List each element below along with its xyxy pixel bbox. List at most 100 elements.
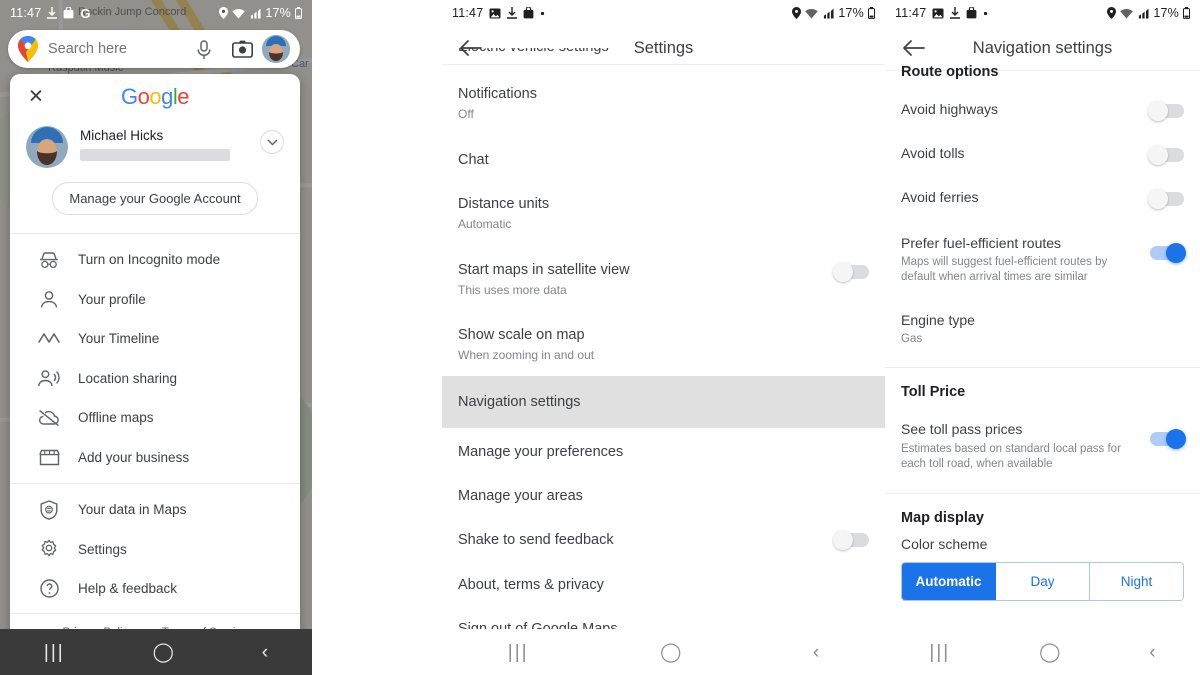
- toggle-avoid-ferries[interactable]: [1148, 189, 1184, 210]
- nav-row-avoid-ferries[interactable]: Avoid ferries: [885, 175, 1200, 219]
- row-title: Manage your preferences: [458, 444, 624, 461]
- status-bar: 11:47 G 17%: [0, 0, 312, 26]
- android-nav-bar: ||| ◯ ‹: [442, 629, 885, 675]
- home-button[interactable]: ◯: [153, 643, 174, 662]
- mic-icon[interactable]: [196, 40, 214, 59]
- row-subtitle: Off: [458, 107, 474, 122]
- toggle-fuel-efficient-routes[interactable]: [1150, 242, 1186, 263]
- menu-item-your-profile[interactable]: Your profile: [10, 280, 300, 320]
- toggle-shake-feedback[interactable]: [833, 530, 869, 551]
- settings-row-cut-off[interactable]: Electric vehicle settings: [442, 48, 885, 64]
- settings-row-about-terms-privacy[interactable]: About, terms & privacy: [442, 563, 885, 607]
- settings-row-show-scale[interactable]: Show scale on map When zooming in and ou…: [442, 313, 885, 376]
- nav-row-toll-pass-prices[interactable]: See toll pass prices Estimates based on …: [885, 404, 1200, 486]
- row-subtitle: Maps will suggest fuel-efficient routes …: [901, 255, 1108, 284]
- person-icon: [38, 288, 60, 310]
- panel-settings: 11:47 17% Settings Notifications Off Cha…: [442, 0, 885, 675]
- nav-row-engine-type[interactable]: Engine type Gas: [885, 299, 1200, 362]
- home-button[interactable]: ◯: [660, 643, 681, 662]
- recents-button[interactable]: |||: [508, 643, 529, 662]
- status-time: 11:47: [10, 6, 42, 20]
- battery-percent: 17%: [838, 6, 864, 20]
- section-heading-map-display: Map display: [901, 509, 984, 526]
- signal-icon: [822, 8, 834, 19]
- menu-item-label: Your profile: [78, 291, 146, 307]
- avatar[interactable]: [262, 35, 290, 63]
- recents-button[interactable]: |||: [929, 643, 950, 662]
- settings-row-shake-feedback[interactable]: Shake to send feedback: [442, 518, 885, 562]
- menu-item-incognito[interactable]: Turn on Incognito mode: [10, 240, 300, 280]
- settings-row-manage-preferences[interactable]: Manage your preferences: [442, 428, 885, 474]
- row-title: Sign out of Google Maps: [458, 620, 618, 629]
- row-title: Avoid highways: [901, 101, 999, 117]
- color-scheme-segmented-control[interactable]: Automatic Day Night: [901, 561, 1184, 601]
- recents-button[interactable]: |||: [44, 643, 65, 662]
- menu-item-offline-maps[interactable]: Offline maps: [10, 398, 300, 438]
- menu-item-label: Help & feedback: [78, 581, 178, 597]
- back-button[interactable]: ‹: [813, 643, 819, 662]
- menu-item-label: Offline maps: [78, 410, 154, 426]
- segment-night[interactable]: Night: [1090, 562, 1183, 600]
- segment-automatic[interactable]: Automatic: [902, 562, 996, 600]
- menu-item-help-feedback[interactable]: Help & feedback: [10, 569, 300, 609]
- panel-google-maps-account-menu: Rockin Jump Concord Rasputin Music Car 1…: [0, 0, 312, 675]
- location-pin-icon: [1107, 7, 1117, 19]
- account-menu-list: Turn on Incognito mode Your profile Your…: [10, 234, 300, 609]
- row-title: About, terms & privacy: [458, 576, 604, 593]
- account-row[interactable]: Michael Hicks: [10, 120, 300, 168]
- sheet-header: ✕ Google: [10, 74, 300, 120]
- nav-row-avoid-highways[interactable]: Avoid highways: [885, 84, 1200, 131]
- toggle-avoid-tolls[interactable]: [1148, 145, 1184, 166]
- row-title: Engine type: [901, 311, 975, 328]
- close-icon[interactable]: ✕: [28, 88, 44, 107]
- row-title: Manage your areas: [458, 488, 583, 505]
- menu-item-your-data-in-maps[interactable]: Your data in Maps: [10, 490, 300, 530]
- search-placeholder[interactable]: Search here: [48, 41, 196, 57]
- chevron-down-icon[interactable]: [260, 130, 284, 154]
- nav-row-avoid-tolls[interactable]: Avoid tolls: [885, 131, 1200, 175]
- settings-row-manage-areas[interactable]: Manage your areas: [442, 474, 885, 518]
- wifi-icon: [1120, 8, 1134, 19]
- settings-row-chat[interactable]: Chat: [442, 138, 885, 182]
- settings-row-sign-out[interactable]: Sign out of Google Maps: [442, 607, 885, 629]
- settings-scroll-area[interactable]: Electric vehicle settings Notifications …: [442, 48, 885, 629]
- row-title: Show scale on map: [458, 327, 585, 344]
- segment-day[interactable]: Day: [996, 562, 1090, 600]
- google-logo: Google: [120, 84, 190, 109]
- settings-row-navigation-settings[interactable]: Navigation settings: [442, 376, 885, 429]
- manage-google-account-button[interactable]: Manage your Google Account: [52, 182, 258, 215]
- row-title: Shake to send feedback: [458, 532, 614, 549]
- row-title: Navigation settings: [458, 394, 581, 410]
- toggle-satellite-view[interactable]: [833, 261, 869, 282]
- menu-item-settings[interactable]: Settings: [10, 530, 300, 570]
- toggle-see-toll-pass-prices[interactable]: [1150, 429, 1186, 450]
- home-button[interactable]: ◯: [1039, 643, 1060, 662]
- wifi-icon: [805, 8, 819, 19]
- bag-icon: [966, 7, 977, 19]
- status-bar: 11:47 17%: [885, 0, 1200, 26]
- search-bar[interactable]: Search here: [8, 30, 300, 68]
- offline-cloud-icon: [38, 407, 60, 429]
- settings-row-satellite-view[interactable]: Start maps in satellite view This uses m…: [442, 248, 885, 314]
- battery-icon: [295, 7, 302, 19]
- nav-row-fuel-efficient-routes[interactable]: Prefer fuel-efficient routes Maps will s…: [885, 220, 1200, 299]
- toggle-avoid-highways[interactable]: [1148, 101, 1184, 121]
- camera-icon[interactable]: [232, 40, 253, 58]
- battery-percent: 17%: [265, 6, 291, 20]
- menu-item-your-timeline[interactable]: Your Timeline: [10, 319, 300, 359]
- nav-settings-scroll-area[interactable]: Route options Avoid highways Avoid tolls…: [885, 48, 1200, 629]
- menu-item-add-your-business[interactable]: Add your business: [10, 438, 300, 478]
- wifi-icon: [232, 8, 246, 19]
- bag-icon: [63, 7, 74, 19]
- account-email-redacted: [80, 149, 230, 161]
- gear-icon: [38, 538, 60, 560]
- menu-item-location-sharing[interactable]: Location sharing: [10, 359, 300, 399]
- menu-item-label: Turn on Incognito mode: [78, 252, 221, 268]
- status-bar: 11:47 17%: [442, 0, 885, 26]
- back-button[interactable]: ‹: [1149, 643, 1155, 662]
- row-title: Notifications: [458, 86, 537, 102]
- google-maps-pin-icon: [18, 36, 38, 62]
- settings-row-distance-units[interactable]: Distance units Automatic: [442, 182, 885, 248]
- settings-row-notifications[interactable]: Notifications Off: [442, 65, 885, 138]
- back-button[interactable]: ‹: [262, 643, 268, 662]
